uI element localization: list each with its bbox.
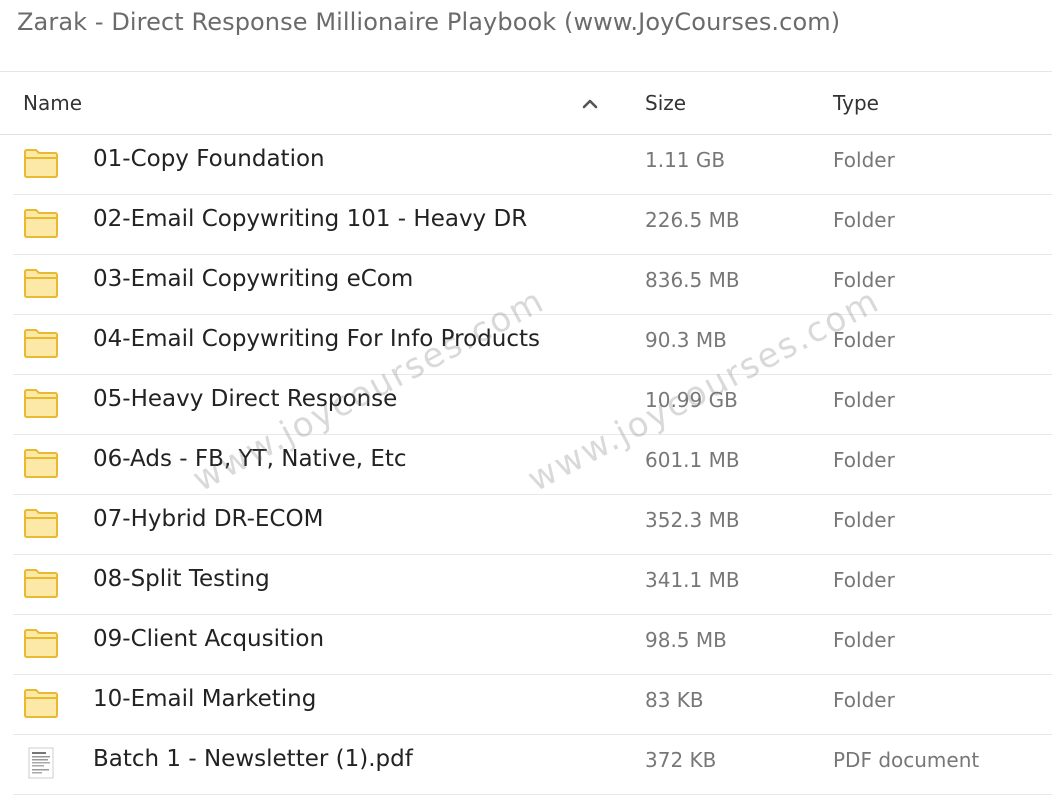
file-type: Folder [833, 508, 895, 532]
file-type: Folder [833, 448, 895, 472]
file-name[interactable]: 09-Client Acqusition [93, 626, 324, 652]
folder-row[interactable]: 01-Copy Foundation 1.11 GB Folder [13, 135, 1052, 195]
file-type: Folder [833, 628, 895, 652]
file-type: Folder [833, 688, 895, 712]
folder-icon [23, 567, 59, 599]
folder-icon [23, 147, 59, 179]
column-header-row: Name Size Type [0, 72, 1052, 135]
file-type: PDF document [833, 748, 980, 772]
file-size: 836.5 MB [645, 268, 740, 292]
file-size: 341.1 MB [645, 568, 740, 592]
file-size: 90.3 MB [645, 328, 727, 352]
folder-icon [23, 327, 59, 359]
file-size: 226.5 MB [645, 208, 740, 232]
folder-icon [23, 387, 59, 419]
file-list: 01-Copy Foundation 1.11 GB Folder 02-Email… [0, 135, 1052, 795]
column-header-type[interactable]: Type [833, 91, 879, 115]
folder-icon [23, 687, 59, 719]
column-header-size[interactable]: Size [645, 91, 686, 115]
file-name[interactable]: 07-Hybrid DR-ECOM [93, 506, 323, 532]
file-type: Folder [833, 148, 895, 172]
file-type: Folder [833, 388, 895, 412]
folder-row[interactable]: 09-Client Acqusition 98.5 MB Folder [13, 615, 1052, 675]
page-title: Zarak - Direct Response Millionaire Play… [17, 8, 841, 36]
file-size: 1.11 GB [645, 148, 726, 172]
file-name[interactable]: 04-Email Copywriting For Info Products [93, 326, 540, 352]
file-type: Folder [833, 268, 895, 292]
file-name[interactable]: 02-Email Copywriting 101 - Heavy DR [93, 206, 527, 232]
folder-row[interactable]: 02-Email Copywriting 101 - Heavy DR 226.5… [13, 195, 1052, 255]
folder-icon [23, 267, 59, 299]
file-name[interactable]: 05-Heavy Direct Response [93, 386, 397, 412]
folder-row[interactable]: 10-Email Marketing 83 KB Folder [13, 675, 1052, 735]
folder-icon [23, 207, 59, 239]
file-size: 83 KB [645, 688, 704, 712]
file-size: 98.5 MB [645, 628, 727, 652]
file-row[interactable]: Batch 1 - Newsletter (1).pdf 372 KB PDF do… [13, 735, 1052, 795]
folder-row[interactable]: 08-Split Testing 341.1 MB Folder [13, 555, 1052, 615]
file-type: Folder [833, 208, 895, 232]
folder-row[interactable]: 06-Ads - FB, YT, Native, Etc 601.1 MB Fold… [13, 435, 1052, 495]
pdf-thumbnail-icon [23, 747, 59, 779]
column-header-name[interactable]: Name [23, 91, 82, 115]
chevron-up-icon[interactable] [580, 96, 600, 110]
file-name[interactable]: 01-Copy Foundation [93, 146, 325, 172]
folder-row[interactable]: 05-Heavy Direct Response 10.99 GB Folder [13, 375, 1052, 435]
file-type: Folder [833, 328, 895, 352]
file-name[interactable]: 06-Ads - FB, YT, Native, Etc [93, 446, 407, 472]
file-name[interactable]: Batch 1 - Newsletter (1).pdf [93, 746, 413, 772]
folder-row[interactable]: 03-Email Copywriting eCom 836.5 MB Folder [13, 255, 1052, 315]
folder-row[interactable]: 04-Email Copywriting For Info Products 90… [13, 315, 1052, 375]
folder-icon [23, 627, 59, 659]
folder-icon [23, 447, 59, 479]
file-name[interactable]: 08-Split Testing [93, 566, 270, 592]
file-name[interactable]: 03-Email Copywriting eCom [93, 266, 413, 292]
file-type: Folder [833, 568, 895, 592]
folder-icon [23, 507, 59, 539]
file-size: 372 KB [645, 748, 717, 772]
file-name[interactable]: 10-Email Marketing [93, 686, 316, 712]
file-size: 601.1 MB [645, 448, 740, 472]
file-size: 10.99 GB [645, 388, 738, 412]
file-size: 352.3 MB [645, 508, 740, 532]
folder-row[interactable]: 07-Hybrid DR-ECOM 352.3 MB Folder [13, 495, 1052, 555]
